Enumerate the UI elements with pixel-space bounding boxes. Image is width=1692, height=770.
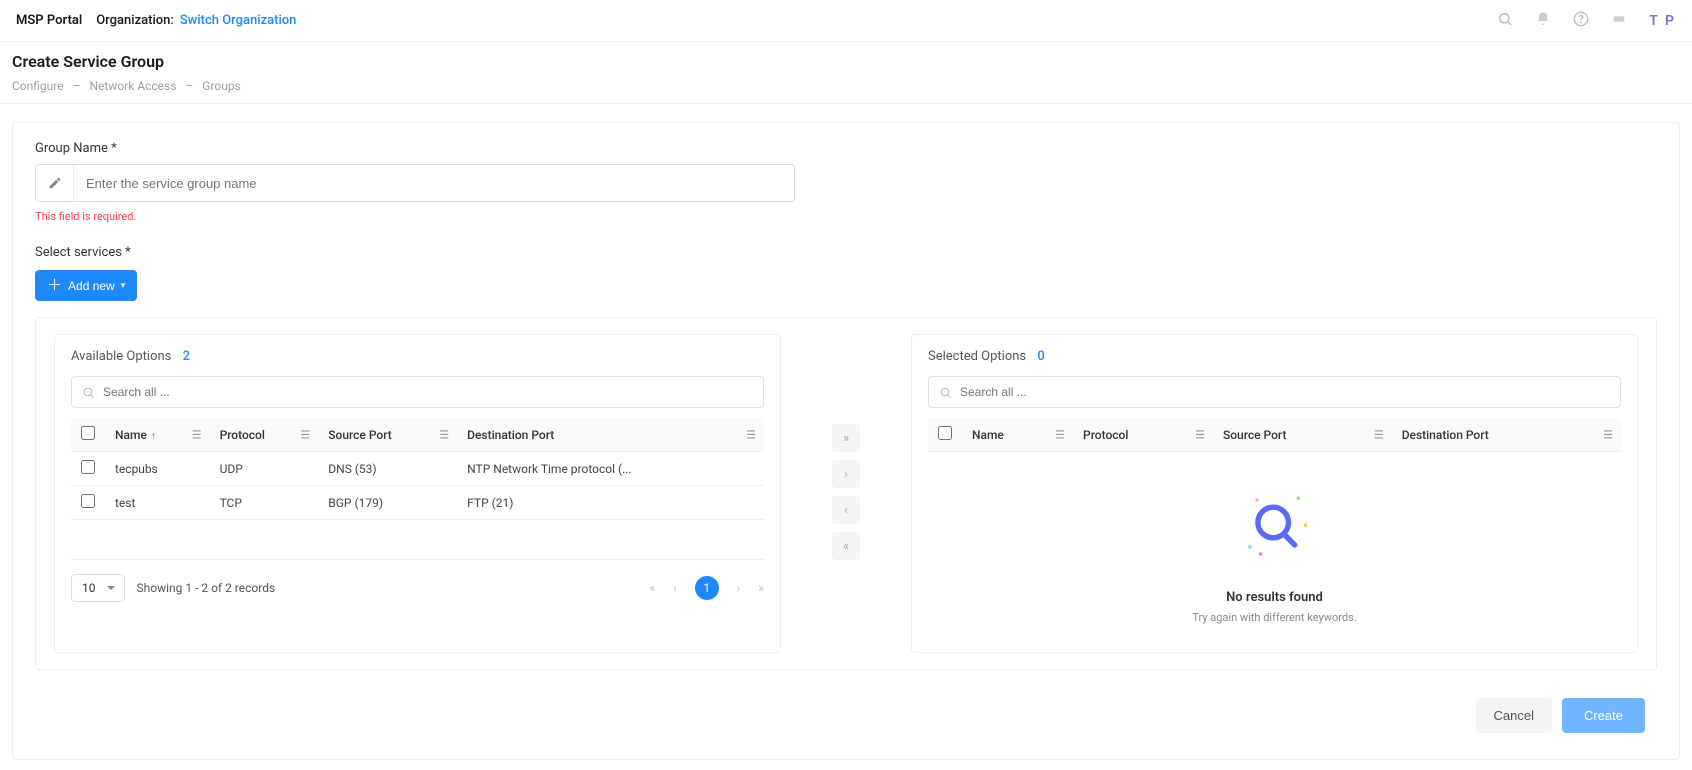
column-menu-icon[interactable]: ☰ bbox=[439, 428, 449, 441]
table-row[interactable]: test TCP BGP (179) FTP (21) bbox=[71, 486, 764, 520]
column-menu-icon[interactable]: ☰ bbox=[1055, 428, 1065, 441]
col-name[interactable]: Name bbox=[972, 428, 1004, 442]
search-icon bbox=[82, 386, 95, 399]
selected-title: Selected Options bbox=[928, 349, 1026, 364]
empty-subtitle: Try again with different keywords. bbox=[928, 611, 1621, 624]
sort-asc-icon: ↑ bbox=[151, 431, 156, 442]
transfer-controls: » › ‹ « bbox=[781, 334, 911, 653]
page-header: Create Service Group bbox=[0, 42, 1692, 75]
edit-icon bbox=[36, 165, 74, 201]
group-name-input[interactable] bbox=[74, 176, 794, 191]
move-right-button[interactable]: › bbox=[832, 460, 860, 488]
row-checkbox[interactable] bbox=[81, 460, 95, 474]
add-new-button[interactable]: ＋ Add new ▾ bbox=[35, 270, 137, 301]
col-name[interactable]: Name bbox=[115, 428, 147, 442]
page-current[interactable]: 1 bbox=[695, 576, 719, 600]
col-dest-port[interactable]: Destination Port bbox=[1402, 428, 1489, 442]
page-next-icon[interactable]: › bbox=[737, 581, 741, 595]
move-left-button[interactable]: ‹ bbox=[832, 496, 860, 524]
col-protocol[interactable]: Protocol bbox=[220, 428, 265, 442]
search-icon[interactable] bbox=[1497, 11, 1513, 31]
breadcrumb-item[interactable]: Groups bbox=[202, 79, 241, 93]
services-label: Select services * bbox=[35, 245, 1657, 260]
pager-info: Showing 1 - 2 of 2 records bbox=[137, 581, 276, 595]
selected-search-input[interactable] bbox=[960, 385, 1610, 399]
brand-label: MSP Portal bbox=[16, 13, 82, 28]
move-all-right-button[interactable]: » bbox=[832, 424, 860, 452]
selected-panel: Selected Options 0 Name ☰ Protocol ☰ Sourc… bbox=[911, 334, 1638, 653]
group-name-input-wrap bbox=[35, 164, 795, 202]
dual-list-container: Available Options 2 Name ↑ ☰ Protocol ☰ Sou… bbox=[35, 317, 1657, 670]
breadcrumb-item[interactable]: Network Access bbox=[89, 79, 176, 93]
page-first-icon[interactable]: « bbox=[650, 581, 656, 595]
breadcrumb: Configure – Network Access – Groups bbox=[0, 75, 1692, 104]
empty-title: No results found bbox=[928, 590, 1621, 605]
available-table: Name ↑ ☰ Protocol ☰ Source Port ☰ Destinatio… bbox=[71, 418, 764, 560]
page-last-icon[interactable]: » bbox=[758, 581, 764, 595]
move-all-left-button[interactable]: « bbox=[832, 532, 860, 560]
column-menu-icon[interactable]: ☰ bbox=[1374, 428, 1384, 441]
row-checkbox[interactable] bbox=[81, 494, 95, 508]
page-size-select[interactable]: 10 bbox=[71, 574, 125, 602]
page-title: Create Service Group bbox=[12, 52, 1680, 71]
col-dest-port[interactable]: Destination Port bbox=[467, 428, 554, 442]
table-row[interactable]: tecpubs UDP DNS (53) NTP Network Time pr… bbox=[71, 452, 764, 486]
available-count: 2 bbox=[183, 349, 190, 364]
plus-icon: ＋ bbox=[47, 278, 62, 293]
caret-down-icon: ▾ bbox=[121, 280, 126, 291]
switch-organization-link[interactable]: Switch Organization bbox=[180, 13, 297, 28]
select-all-checkbox[interactable] bbox=[938, 426, 952, 440]
breadcrumb-item[interactable]: Configure bbox=[12, 79, 64, 93]
available-title: Available Options bbox=[71, 349, 171, 364]
selected-count: 0 bbox=[1037, 349, 1044, 364]
form-actions: Cancel Create bbox=[35, 670, 1657, 749]
help-icon[interactable] bbox=[1573, 11, 1589, 31]
pagination: 10 Showing 1 - 2 of 2 records « ‹ 1 › » bbox=[71, 574, 764, 602]
col-protocol[interactable]: Protocol bbox=[1083, 428, 1128, 442]
expand-icon[interactable] bbox=[1611, 11, 1627, 31]
group-name-label: Group Name * bbox=[35, 141, 1657, 156]
page-prev-icon[interactable]: ‹ bbox=[673, 581, 677, 595]
select-all-checkbox[interactable] bbox=[81, 426, 95, 440]
group-name-error: This field is required. bbox=[35, 210, 1657, 223]
column-menu-icon[interactable]: ☰ bbox=[746, 428, 756, 441]
col-source-port[interactable]: Source Port bbox=[328, 428, 391, 442]
user-avatar[interactable]: T P bbox=[1649, 13, 1676, 29]
form-card: Group Name * This field is required. Sel… bbox=[12, 122, 1680, 760]
available-search[interactable] bbox=[71, 376, 764, 408]
column-menu-icon[interactable]: ☰ bbox=[1195, 428, 1205, 441]
cancel-button[interactable]: Cancel bbox=[1476, 698, 1552, 733]
top-bar: MSP Portal Organization: Switch Organiza… bbox=[0, 0, 1692, 42]
search-icon bbox=[939, 386, 952, 399]
selected-table: Name ☰ Protocol ☰ Source Port ☰ Destination… bbox=[928, 418, 1621, 452]
col-source-port[interactable]: Source Port bbox=[1223, 428, 1286, 442]
column-menu-icon[interactable]: ☰ bbox=[192, 428, 202, 441]
selected-search[interactable] bbox=[928, 376, 1621, 408]
empty-state: No results found Try again with differen… bbox=[928, 452, 1621, 634]
available-search-input[interactable] bbox=[103, 385, 753, 399]
magnifier-illustration-icon bbox=[1230, 482, 1320, 572]
create-button[interactable]: Create bbox=[1562, 698, 1645, 733]
available-panel: Available Options 2 Name ↑ ☰ Protocol ☰ Sou… bbox=[54, 334, 781, 653]
bell-icon[interactable] bbox=[1535, 11, 1551, 31]
organization-label: Organization: bbox=[96, 13, 174, 28]
column-menu-icon[interactable]: ☰ bbox=[1603, 428, 1613, 441]
column-menu-icon[interactable]: ☰ bbox=[300, 428, 310, 441]
